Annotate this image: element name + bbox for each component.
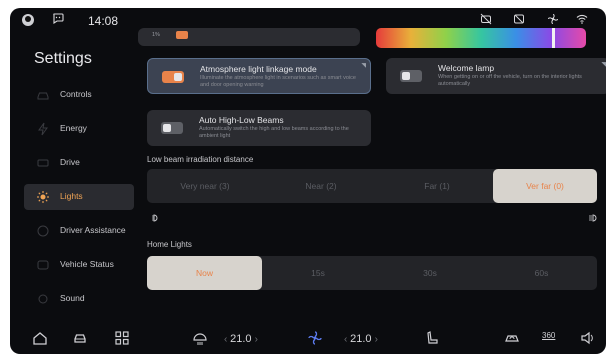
- home-lights-option-30s[interactable]: 30s: [374, 256, 486, 290]
- low-beam-option-very-near[interactable]: Very near (3): [147, 169, 263, 203]
- apps-icon[interactable]: [114, 330, 130, 349]
- sidebar-item-label: Driver Assistance: [60, 225, 126, 235]
- info-corner-icon: ◥: [361, 63, 366, 69]
- card-title: Welcome lamp: [438, 63, 495, 73]
- card-description: Illuminate the atmosphere light in scena…: [200, 75, 356, 88]
- recirculation-icon[interactable]: [504, 330, 520, 349]
- wifi-icon: [576, 13, 588, 28]
- brightness-value: 1%: [152, 32, 160, 38]
- volume-icon[interactable]: [580, 330, 596, 349]
- card-title: Auto High-Low Beams: [199, 115, 284, 125]
- fan-icon[interactable]: [307, 330, 323, 349]
- temp-left-value: 21.0: [230, 333, 252, 345]
- sidebar-item-label: Drive: [60, 157, 80, 167]
- clock: 14:08: [88, 14, 119, 28]
- view-360-icon[interactable]: 360: [542, 331, 555, 340]
- page-title: Settings: [34, 50, 92, 67]
- avatar-icon[interactable]: [22, 14, 34, 26]
- sidebar-item-label: Energy: [60, 123, 87, 133]
- temp-left-increase-icon[interactable]: ›: [255, 334, 258, 345]
- home-lights-option-60s[interactable]: 60s: [486, 256, 597, 290]
- bottom-dock: ‹ 21.0 › ‹ 21.0 › 360: [10, 324, 606, 354]
- lights-settings-panel: 1% Atmosphere light linkage mode Illumin…: [135, 28, 606, 324]
- steering-icon: [36, 224, 50, 238]
- sidebar-item-label: Vehicle Status: [60, 259, 114, 269]
- car-icon: [36, 88, 50, 102]
- welcome-lamp-toggle[interactable]: [400, 70, 422, 82]
- sidebar-item-label: Sound: [60, 293, 85, 303]
- sidebar-item-controls[interactable]: Controls: [24, 82, 134, 108]
- low-beam-option-near[interactable]: Near (2): [263, 169, 379, 203]
- temperature-right[interactable]: ‹ 21.0 ›: [344, 333, 378, 345]
- seat-icon[interactable]: [424, 330, 440, 349]
- card-description: When getting on or off the vehicle, turn…: [438, 74, 582, 87]
- card-title: Atmosphere light linkage mode: [200, 64, 317, 74]
- auto-high-low-toggle[interactable]: [161, 122, 183, 134]
- energy-icon: [36, 122, 50, 136]
- temp-right-value: 21.0: [350, 333, 372, 345]
- brightness-slider-thumb[interactable]: [176, 31, 188, 39]
- temp-right-increase-icon[interactable]: ›: [375, 334, 378, 345]
- temperature-left[interactable]: ‹ 21.0 ›: [224, 333, 258, 345]
- drive-icon: [36, 156, 50, 170]
- status-icon: [36, 258, 50, 272]
- sidebar-item-label: Controls: [60, 89, 92, 99]
- sidebar-item-sound[interactable]: Sound: [24, 286, 134, 312]
- car-screen: 14:08 Settings Controls Energy Drive Lig…: [10, 8, 606, 354]
- color-slider-thumb[interactable]: [552, 28, 555, 48]
- low-beam-far-icon: [587, 213, 597, 225]
- home-lights-option-now[interactable]: Now: [147, 256, 262, 290]
- low-beam-distance-selector: Very near (3) Near (2) Far (1) Ver far (…: [147, 169, 597, 203]
- auto-high-low-beams-card[interactable]: Auto High-Low Beams Automatically switch…: [147, 110, 371, 146]
- low-beam-label: Low beam irradiation distance: [147, 155, 254, 164]
- settings-sidebar: Settings Controls Energy Drive Lights Dr…: [10, 34, 135, 324]
- defrost-icon[interactable]: [192, 330, 208, 349]
- home-lights-option-15s[interactable]: 15s: [262, 256, 374, 290]
- sidebar-item-label: Lights: [60, 191, 83, 201]
- chat-icon[interactable]: [52, 12, 64, 27]
- atmosphere-light-toggle[interactable]: [162, 71, 184, 83]
- camera-off-icon: [480, 13, 492, 28]
- fan-icon: [547, 13, 559, 28]
- brightness-slider[interactable]: 1%: [138, 28, 360, 46]
- sun-icon: [36, 190, 50, 204]
- sidebar-item-vehicle-status[interactable]: Vehicle Status: [24, 252, 134, 278]
- screen-off-icon: [513, 13, 525, 28]
- sidebar-item-energy[interactable]: Energy: [24, 116, 134, 142]
- atmosphere-light-card[interactable]: Atmosphere light linkage mode Illuminate…: [147, 58, 371, 94]
- sidebar-item-lights[interactable]: Lights: [24, 184, 134, 210]
- car-icon[interactable]: [72, 330, 88, 349]
- home-icon[interactable]: [32, 330, 48, 349]
- sidebar-item-drive[interactable]: Drive: [24, 150, 134, 176]
- home-lights-label: Home Lights: [147, 240, 192, 249]
- color-spectrum-slider[interactable]: [376, 28, 586, 48]
- low-beam-near-icon: [151, 213, 161, 225]
- card-description: Automatically switch the high and low be…: [199, 126, 349, 139]
- low-beam-option-very-far[interactable]: Ver far (0): [493, 169, 597, 203]
- home-lights-selector: Now 15s 30s 60s: [147, 256, 597, 290]
- low-beam-option-far[interactable]: Far (1): [379, 169, 495, 203]
- info-corner-icon: ◥: [601, 62, 606, 68]
- sidebar-item-driver-assistance[interactable]: Driver Assistance: [24, 218, 134, 244]
- welcome-lamp-card[interactable]: Welcome lamp When getting on or off the …: [386, 58, 606, 94]
- speaker-icon: [36, 292, 50, 306]
